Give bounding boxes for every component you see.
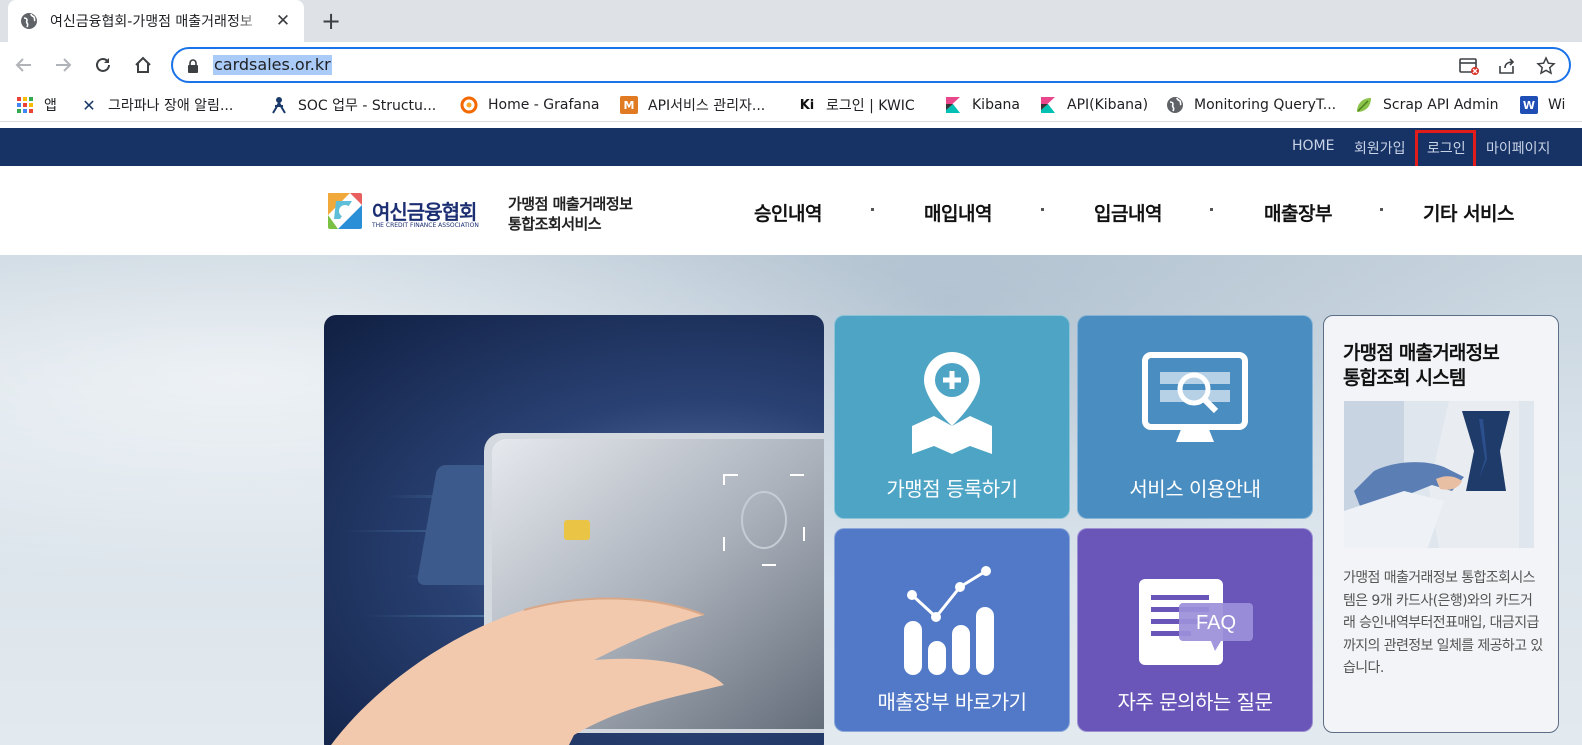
bookmark-item[interactable]: ✕ 그라파나 장애 알림... bbox=[80, 95, 233, 115]
tile-label: 가맹점 등록하기 bbox=[886, 477, 1018, 501]
tile-sales-ledger-shortcut[interactable]: 매출장부 바로가기 bbox=[834, 528, 1070, 732]
bookmark-label: Kibana bbox=[972, 97, 1020, 113]
info-description: 가맹점 매출거래정보 통합조회시스템은 9개 카드사(은행)와의 카드거래 승인… bbox=[1343, 570, 1543, 676]
info-title-line1: 가맹점 매출거래정보 bbox=[1343, 342, 1500, 364]
close-tab-icon[interactable]: ✕ bbox=[274, 12, 292, 30]
tile-service-guide[interactable]: 서비스 이용안내 bbox=[1077, 315, 1313, 519]
bookmark-item[interactable]: Scrap API Admin bbox=[1355, 95, 1498, 115]
bookmark-label: Scrap API Admin bbox=[1383, 97, 1499, 113]
nav-separator bbox=[1210, 208, 1213, 211]
tools-icon: ✕ bbox=[82, 95, 96, 115]
nav-approval-history[interactable]: 승인내역 bbox=[754, 199, 822, 226]
crefia-logo-icon[interactable] bbox=[324, 191, 364, 231]
faq-badge-text: FAQ bbox=[1196, 612, 1236, 634]
bookmark-item[interactable]: Ki 로그인 | KWIC bbox=[798, 95, 915, 115]
address-bar[interactable]: cardsales.or.kr bbox=[171, 47, 1571, 83]
browser-toolbar: cardsales.or.kr bbox=[0, 42, 1582, 88]
bookmark-label: API(Kibana) bbox=[1067, 97, 1149, 113]
apps-grid-icon bbox=[16, 96, 34, 114]
tab-strip: 여신금융협회-가맹점 매출거래정보 ✕ + bbox=[0, 0, 1582, 42]
info-title-line2: 통합조회 시스템 bbox=[1343, 367, 1466, 389]
service-name-line1: 가맹점 매출거래정보 bbox=[508, 195, 633, 213]
bookmark-apps[interactable]: 앱 bbox=[16, 95, 57, 115]
credit-card-banner bbox=[324, 315, 824, 745]
nav-separator bbox=[1041, 208, 1044, 211]
bookmark-item[interactable]: W Wi bbox=[1520, 95, 1565, 115]
browser-tab-active[interactable]: 여신금융협회-가맹점 매출거래정보 ✕ bbox=[8, 0, 304, 42]
bookmarks-bar: 앱 ✕ 그라파나 장애 알림... SOC 업무 - Structu... Ho… bbox=[0, 88, 1582, 122]
card-illustration bbox=[331, 433, 824, 745]
lock-icon[interactable] bbox=[187, 58, 199, 77]
confluence-icon bbox=[270, 96, 288, 114]
tab-title: 여신금융협회-가맹점 매출거래정보 bbox=[50, 14, 253, 30]
nav-separator bbox=[871, 208, 874, 211]
leaf-icon bbox=[1355, 96, 1373, 114]
globe-icon bbox=[20, 12, 38, 30]
login-highlight-box bbox=[1415, 130, 1476, 169]
monitor-search-icon bbox=[1142, 352, 1248, 442]
forward-icon[interactable] bbox=[51, 53, 75, 77]
m-favicon: M bbox=[620, 96, 638, 114]
logo-text-ko[interactable]: 여신금융협회 bbox=[372, 196, 477, 225]
bookmark-item[interactable]: Kibana bbox=[944, 95, 1020, 115]
handshake-photo bbox=[1344, 401, 1534, 548]
service-name-line2: 통합조회서비스 bbox=[508, 215, 602, 233]
bookmark-star-icon[interactable] bbox=[1535, 55, 1557, 77]
utility-bar: HOME 회원가입 로그인 마이페이지 bbox=[0, 128, 1582, 169]
tile-faq[interactable]: FAQ 자주 문의하는 질문 bbox=[1077, 528, 1313, 732]
ki-favicon: Ki bbox=[799, 97, 815, 113]
bookmark-label: 그라파나 장애 알림... bbox=[108, 98, 234, 114]
tile-label: 매출장부 바로가기 bbox=[877, 690, 1027, 714]
bookmark-label: 앱 bbox=[44, 98, 57, 114]
tile-label: 서비스 이용안내 bbox=[1129, 477, 1261, 501]
nav-purchase-history[interactable]: 매입내역 bbox=[924, 199, 992, 226]
grafana-icon bbox=[460, 96, 478, 114]
kibana-icon bbox=[1039, 96, 1057, 114]
bookmark-label: Wi bbox=[1548, 97, 1566, 113]
bookmark-label: API서비스 관리자... bbox=[648, 98, 766, 114]
system-info-box: 가맹점 매출거래정보 통합조회 시스템 가맹점 매출거래정보 통합조회시스템은 … bbox=[1323, 315, 1559, 733]
mypage-link[interactable]: 마이페이지 bbox=[1486, 138, 1550, 158]
bookmark-item[interactable]: SOC 업무 - Structu... bbox=[270, 95, 436, 115]
popup-blocked-icon[interactable] bbox=[1458, 55, 1480, 77]
faq-document-icon: FAQ bbox=[1139, 579, 1253, 665]
bookmark-item[interactable]: M API서비스 관리자... bbox=[620, 95, 765, 115]
signup-link[interactable]: 회원가입 bbox=[1354, 138, 1406, 158]
home-link[interactable]: HOME bbox=[1292, 138, 1334, 154]
map-pin-add-icon bbox=[912, 352, 992, 454]
nav-sales-ledger[interactable]: 매출장부 bbox=[1264, 199, 1332, 226]
nav-deposit-history[interactable]: 입금내역 bbox=[1094, 199, 1162, 226]
bookmark-label: Monitoring QueryT... bbox=[1194, 97, 1337, 113]
home-icon[interactable] bbox=[131, 53, 155, 77]
nav-other-services[interactable]: 기타 서비스 bbox=[1423, 199, 1515, 226]
nav-separator bbox=[1380, 208, 1383, 211]
bookmark-item[interactable]: Monitoring QueryT... bbox=[1166, 95, 1336, 115]
logo-text-en: THE CREDIT FINANCE ASSOCIATION bbox=[372, 222, 479, 229]
reload-icon[interactable] bbox=[91, 53, 115, 77]
bookmark-label: Home - Grafana bbox=[488, 97, 600, 113]
back-icon[interactable] bbox=[12, 53, 36, 77]
main-visual: 가맹점 등록하기 서비스 이용안내 매출장부 바로가기 FAQ 자주 문의하는 … bbox=[0, 255, 1582, 745]
new-tab-button[interactable]: + bbox=[319, 9, 343, 33]
bookmark-item[interactable]: Home - Grafana bbox=[460, 95, 599, 115]
tile-merchant-register[interactable]: 가맹점 등록하기 bbox=[834, 315, 1070, 519]
tile-label: 자주 문의하는 질문 bbox=[1117, 690, 1273, 714]
bookmark-item[interactable]: API(Kibana) bbox=[1039, 95, 1148, 115]
globe-icon bbox=[1166, 96, 1184, 114]
bookmark-label: SOC 업무 - Structu... bbox=[298, 98, 437, 114]
bar-chart-icon bbox=[904, 566, 994, 675]
kibana-icon bbox=[944, 96, 962, 114]
site-header: 여신금융협회 THE CREDIT FINANCE ASSOCIATION 가맹… bbox=[0, 166, 1582, 255]
url-text[interactable]: cardsales.or.kr bbox=[213, 55, 332, 75]
bookmark-label: 로그인 | KWIC bbox=[826, 98, 915, 114]
w-favicon: W bbox=[1520, 96, 1538, 114]
share-icon[interactable] bbox=[1496, 55, 1518, 77]
